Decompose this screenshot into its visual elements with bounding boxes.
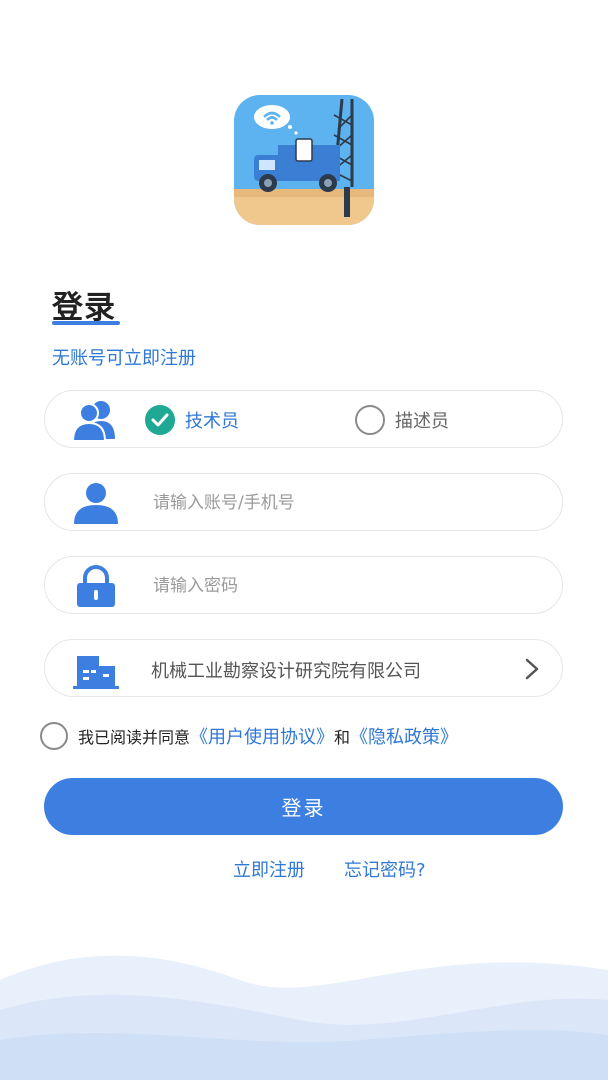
role-label-technician: 技术员 (185, 411, 239, 432)
radio-empty-icon (355, 405, 385, 435)
account-input[interactable] (151, 486, 535, 520)
user-agreement-link[interactable]: 《用户使用协议》 (190, 723, 334, 749)
role-label-describer: 描述员 (395, 411, 449, 432)
role-option-describer[interactable]: 描述员 (355, 405, 449, 435)
privacy-policy-link[interactable]: 《隐私政策》 (350, 723, 458, 749)
building-icon (73, 656, 119, 689)
password-input[interactable] (151, 569, 535, 603)
register-now-link[interactable]: 立即注册 (233, 856, 305, 882)
decorative-waves (0, 955, 608, 1080)
register-prompt-link[interactable]: 无账号可立即注册 (52, 344, 196, 370)
lock-icon (77, 565, 115, 607)
login-button[interactable]: 登录 (44, 778, 563, 835)
company-selector[interactable]: 机械工业勘察设计研究院有限公司 (44, 639, 563, 697)
company-name: 机械工业勘察设计研究院有限公司 (151, 661, 421, 682)
role-selector: 技术员 描述员 (44, 390, 563, 448)
agreement-conjunction: 和 (334, 728, 351, 747)
user-icon (74, 483, 118, 524)
agreement-row: 我已阅读并同意 《用户使用协议》 和 《隐私政策》 (40, 722, 458, 750)
role-option-technician[interactable]: 技术员 (145, 405, 239, 435)
app-logo-graphic (234, 95, 374, 225)
forgot-password-link[interactable]: 忘记密码? (344, 856, 426, 882)
app-logo (234, 95, 374, 225)
account-field (44, 473, 563, 531)
agreement-prefix: 我已阅读并同意 (78, 728, 191, 747)
users-icon (71, 401, 115, 441)
check-circle-icon (145, 405, 175, 435)
agreement-checkbox[interactable] (40, 722, 68, 750)
title-underline (52, 321, 120, 325)
password-field (44, 556, 563, 614)
chevron-right-icon (525, 658, 539, 680)
